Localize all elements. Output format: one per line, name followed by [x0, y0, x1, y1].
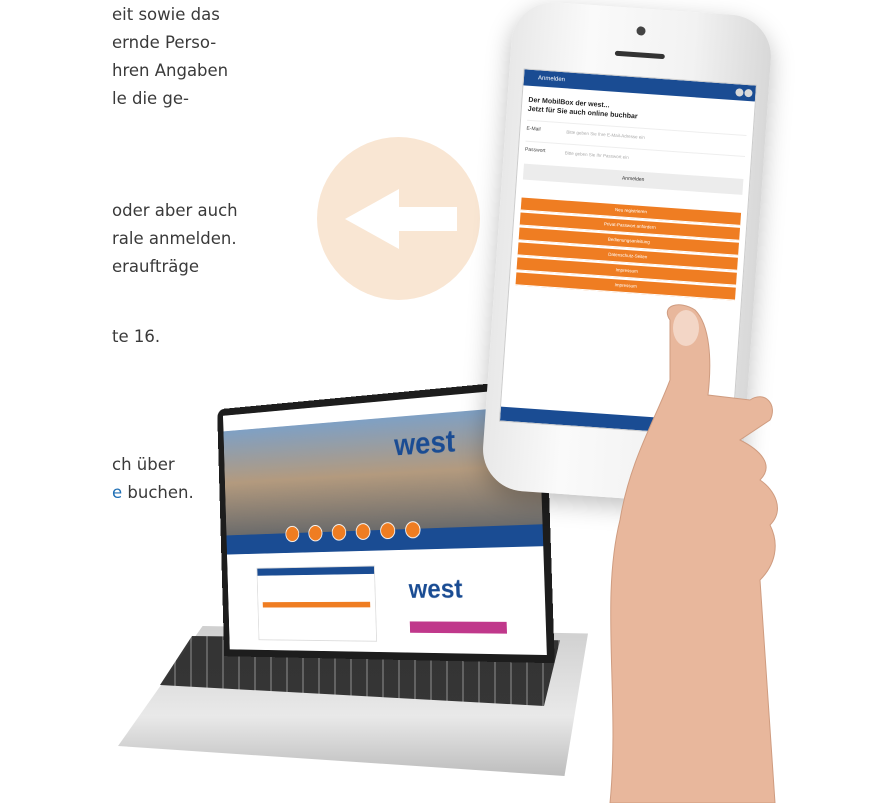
- camera-icon: [636, 26, 646, 36]
- user-icon[interactable]: [735, 88, 744, 97]
- email-field[interactable]: Bitte geben Sie Ihre E-Mail-Adresse ein: [566, 129, 746, 147]
- nav-icon[interactable]: [404, 521, 421, 539]
- password-label: Passwort: [524, 146, 546, 155]
- body-text-line: e buchen.: [112, 481, 194, 505]
- arrow-circle: [317, 137, 480, 300]
- body-text-line: oder aber auch: [112, 201, 238, 220]
- arrow-left-icon: [345, 189, 457, 249]
- app-header-title: Anmelden: [537, 75, 566, 84]
- body-text-line: te 16.: [112, 327, 161, 346]
- website-logo: west: [393, 423, 456, 462]
- speaker-grille: [614, 50, 665, 60]
- nav-icon[interactable]: [355, 522, 371, 541]
- password-field[interactable]: Bitte geben Sie Ihr Passwort ein: [565, 150, 745, 168]
- body-text-line: rale anmelden.: [112, 229, 237, 248]
- nav-icon[interactable]: [285, 525, 300, 543]
- website-login-box: [256, 565, 378, 642]
- website-banner[interactable]: [409, 621, 508, 634]
- nav-icon[interactable]: [308, 524, 323, 542]
- inline-link[interactable]: e: [112, 483, 122, 502]
- body-text-line: le die ge-: [112, 89, 190, 108]
- close-icon[interactable]: [744, 88, 753, 98]
- body-text-line: eit sowie das: [112, 5, 220, 24]
- body-text-line: hren Angaben: [112, 61, 229, 80]
- email-label: E-Mail: [526, 125, 541, 133]
- website-logo-secondary: west: [408, 573, 464, 604]
- nav-icon[interactable]: [331, 523, 347, 541]
- hand-image: [609, 304, 778, 803]
- body-text-line: ernde Perso-: [112, 33, 217, 52]
- body-text-line: ch über: [112, 455, 175, 474]
- inline-text: buchen.: [122, 483, 194, 502]
- nav-icon[interactable]: [379, 521, 396, 540]
- body-text-line: eraufträge: [112, 257, 200, 276]
